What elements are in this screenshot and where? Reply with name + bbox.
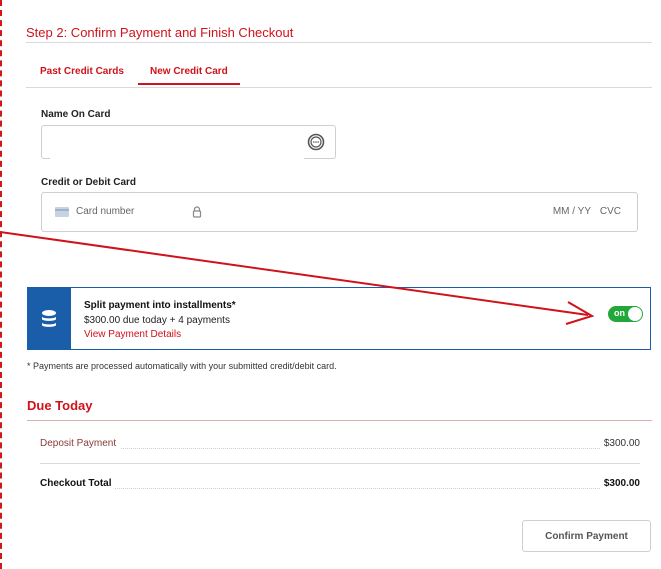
installments-footnote: * Payments are processed automatically w…: [27, 361, 337, 371]
toggle-label: on: [614, 308, 625, 318]
name-on-card-label: Name On Card: [41, 109, 111, 120]
tab-new-credit-card[interactable]: New Credit Card: [138, 66, 240, 85]
database-icon: [42, 310, 56, 327]
step-title: Step 2: Confirm Payment and Finish Check…: [26, 25, 294, 40]
card-icon: [55, 207, 69, 217]
cvc-placeholder: CVC: [599, 206, 621, 217]
confirm-payment-button[interactable]: Confirm Payment: [522, 520, 651, 552]
totals-divider: [40, 463, 640, 464]
installments-icon-strip: [28, 288, 71, 349]
deposit-label: Deposit Payment: [40, 438, 121, 449]
card-label: Credit or Debit Card: [41, 177, 137, 188]
leader-dots: [40, 448, 640, 449]
lock-icon: [192, 206, 202, 218]
installments-toggle[interactable]: on: [608, 306, 643, 322]
due-today-divider: [27, 420, 652, 421]
deposit-value: $300.00: [599, 438, 640, 449]
name-on-card-field[interactable]: [41, 125, 336, 159]
card-number-field[interactable]: Card number MM / YY CVC: [41, 192, 638, 232]
toggle-knob: [628, 307, 642, 321]
deposit-row: Deposit Payment $300.00: [40, 438, 640, 452]
card-number-placeholder: Card number: [76, 206, 135, 217]
left-dashed-rule: [0, 0, 2, 569]
installments-summary: $300.00 due today + 4 payments: [84, 315, 230, 326]
checkout-total-row: Checkout Total $300.00: [40, 478, 640, 492]
checkout-total-label: Checkout Total: [40, 478, 116, 489]
due-today-title: Due Today: [27, 398, 93, 413]
installments-title: Split payment into installments*: [84, 300, 236, 311]
checkout-total-value: $300.00: [599, 478, 640, 489]
card-tabs: Past Credit Cards New Credit Card: [26, 62, 652, 88]
tab-past-credit-cards[interactable]: Past Credit Cards: [40, 66, 124, 77]
chat-bubble-icon[interactable]: [307, 133, 325, 151]
step-divider: [26, 42, 652, 43]
expiry-placeholder: MM / YY: [552, 206, 591, 217]
leader-dots: [40, 488, 640, 489]
name-on-card-input[interactable]: [50, 127, 304, 159]
view-payment-details-link[interactable]: View Payment Details: [84, 329, 181, 340]
installments-panel: Split payment into installments* $300.00…: [27, 287, 651, 350]
